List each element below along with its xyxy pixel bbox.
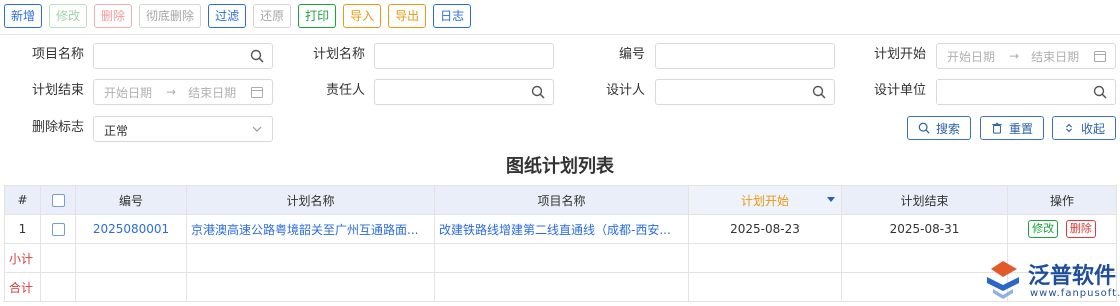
add-button[interactable]: 新增 [4,4,43,28]
toolbar-divider [0,34,1120,35]
plan-name-input[interactable] [374,43,554,69]
calendar-icon [1094,51,1106,62]
brand-name: 泛普软件 [1028,264,1117,289]
range-arrow: → [166,85,177,99]
total-label: 合计 [4,272,41,302]
plan-end-from[interactable]: 开始日期 [104,84,152,101]
col-number[interactable]: 编号 [75,185,187,215]
project-name-input[interactable] [93,43,273,69]
log-button[interactable]: 日志 [433,4,472,28]
restore-button[interactable]: 还原 [253,4,292,28]
row-project-name[interactable]: 改建铁路线增建第二线直通线（成都-西安... [434,214,689,244]
sort-desc-icon[interactable] [827,197,835,202]
plan-name-label: 计划名称 [312,47,365,62]
deleted-flag-label: 删除标志 [31,120,84,135]
page-title: 图纸计划列表 [506,156,614,177]
trash-icon [992,122,1002,134]
row-checkbox[interactable] [51,223,65,236]
range-arrow: → [1009,49,1020,63]
row-edit-button[interactable]: 修改 [1028,220,1059,238]
search-icon[interactable] [812,85,826,99]
col-index: # [4,185,41,215]
deleted-flag-select[interactable]: 正常 [93,116,273,142]
import-button[interactable]: 导入 [343,4,382,28]
chevron-down-icon [252,126,262,132]
row-plan-start: 2025-08-23 [688,214,842,244]
table-header: # 编号 计划名称 项目名称 计划开始 计划结束 操作 [4,185,1117,215]
plan-start-label: 计划开始 [873,47,926,62]
col-actions: 操作 [1007,185,1117,215]
deleted-flag-value: 正常 [104,124,129,138]
select-all-checkbox[interactable] [51,194,65,207]
search-icon[interactable] [1093,85,1107,99]
number-input[interactable] [655,43,835,69]
project-name-label: 项目名称 [31,47,84,62]
col-select-all[interactable] [40,185,76,215]
calendar-icon [251,87,263,98]
row-number[interactable]: 2025080001 [75,214,187,244]
export-button[interactable]: 导出 [388,4,427,28]
col-plan-name[interactable]: 计划名称 [186,185,435,215]
search-icon[interactable] [531,85,545,99]
total-row: 合计 [4,272,1117,302]
plan-end-range[interactable]: 开始日期 → 结束日期 [93,79,273,105]
collapse-button[interactable]: 收起 [1052,116,1116,140]
subtotal-label: 小计 [4,243,41,273]
designer-label: 设计人 [605,83,645,98]
owner-label: 责任人 [325,83,365,98]
filter-button[interactable]: 过滤 [208,4,247,28]
row-plan-name[interactable]: 京港澳高速公路粤境韶关至广州互通路面... [186,214,435,244]
subtotal-row: 小计 [4,243,1117,273]
design-unit-label: 设计单位 [873,83,926,98]
number-label: 编号 [618,47,645,62]
reset-button[interactable]: 重置 [980,116,1044,140]
search-icon[interactable] [250,49,264,63]
search-button[interactable]: 搜索 [907,116,971,140]
plan-start-to[interactable]: 结束日期 [1031,48,1079,65]
plan-start-from[interactable]: 开始日期 [947,48,995,65]
designer-input[interactable] [655,79,835,105]
collapse-icon [1066,123,1072,133]
row-index: 1 [4,214,41,244]
col-project-name[interactable]: 项目名称 [434,185,689,215]
col-plan-end[interactable]: 计划结束 [841,185,1008,215]
brand-url: www.fanpusoft.com [1030,288,1120,299]
edit-button[interactable]: 修改 [49,4,88,28]
design-unit-input[interactable] [936,79,1116,105]
row-delete-button[interactable]: 删除 [1065,220,1096,238]
toolbar: 新增 修改 删除 彻底删除 过滤 还原 打印 导入 导出 日志 [4,4,472,28]
table-row[interactable]: 1 2025080001 京港澳高速公路粤境韶关至广州互通路面... 改建铁路线… [4,214,1117,244]
row-select[interactable] [40,214,76,244]
print-button[interactable]: 打印 [298,4,337,28]
col-plan-start[interactable]: 计划开始 [688,185,842,215]
plan-end-label: 计划结束 [31,83,84,98]
delete-button[interactable]: 删除 [94,4,133,28]
row-actions: 修改 删除 [1007,214,1117,244]
plan-end-to[interactable]: 结束日期 [188,84,236,101]
purge-button[interactable]: 彻底删除 [139,4,202,28]
owner-input[interactable] [374,79,554,105]
row-plan-end: 2025-08-31 [841,214,1008,244]
search-icon [918,122,930,134]
plan-start-range[interactable]: 开始日期 → 结束日期 [936,43,1116,69]
plan-table: # 编号 计划名称 项目名称 计划开始 计划结束 操作 1 2025080001… [4,185,1117,302]
